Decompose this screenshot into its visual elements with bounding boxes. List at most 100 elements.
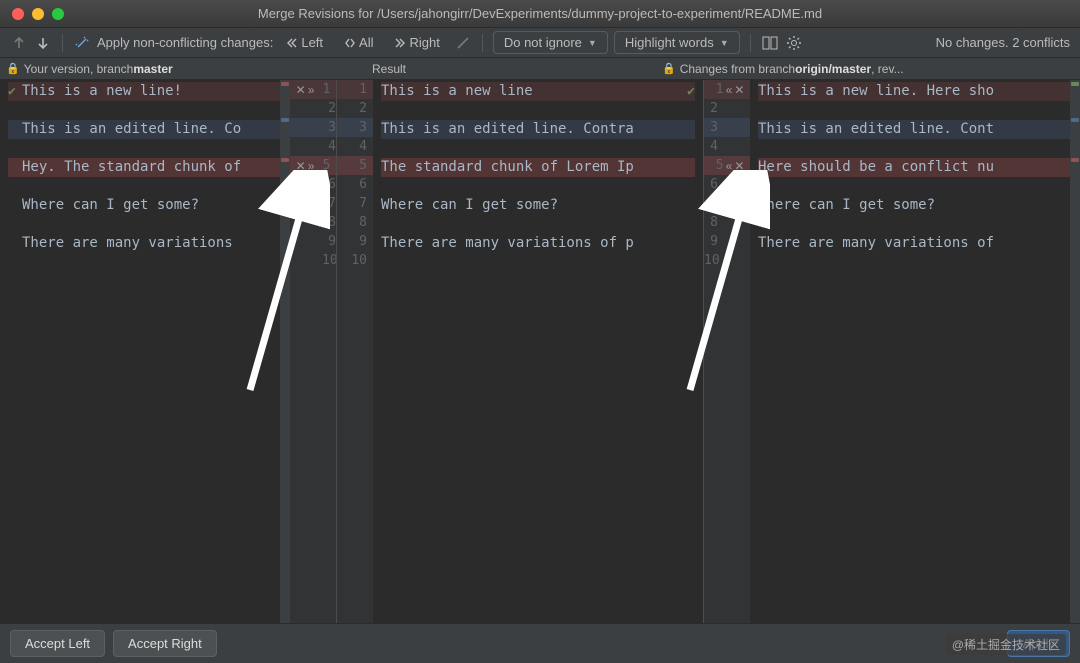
- lock-icon: 🔒: [6, 62, 20, 75]
- center-pane[interactable]: 1 2 3 4 5 6 7 8 9 10 This is a new line ✔…: [337, 80, 703, 623]
- right-code[interactable]: This is a new line. Here sho This is an …: [750, 80, 1080, 255]
- watermark: @稀土掘金技术社区: [946, 634, 1066, 655]
- line-number: 10: [322, 253, 336, 268]
- chevrons-both-icon: [345, 38, 355, 48]
- window-title: Merge Revisions for /Users/jahongirr/Dev…: [0, 6, 1080, 21]
- minimize-window-button[interactable]: [32, 8, 44, 20]
- code-line: This is an edited line. Contra: [381, 120, 634, 139]
- line-number: 8: [704, 215, 718, 230]
- line-number: 5: [337, 156, 373, 175]
- revert-icon[interactable]: [454, 34, 472, 52]
- right-branch-name: origin/master: [795, 62, 871, 76]
- code-line: This is a new line!: [22, 82, 182, 101]
- left-branch-name: master: [133, 62, 172, 76]
- reject-icon[interactable]: ✕: [296, 159, 306, 173]
- apply-all-label: All: [359, 35, 373, 50]
- line-number: 5: [710, 158, 724, 173]
- conflict-marker[interactable]: [281, 82, 289, 86]
- accept-right-button[interactable]: Accept Right: [113, 630, 217, 657]
- apply-left-icon[interactable]: «: [726, 83, 733, 97]
- line-number: 9: [704, 234, 718, 249]
- apply-left-label: Left: [301, 35, 323, 50]
- line-number: 7: [704, 196, 718, 211]
- change-marker[interactable]: [281, 118, 289, 122]
- line-number: 10: [337, 251, 373, 270]
- change-marker[interactable]: [1071, 118, 1079, 122]
- prev-diff-icon[interactable]: [10, 34, 28, 52]
- line-number: 4: [322, 139, 336, 154]
- reject-icon[interactable]: ✕: [734, 159, 744, 173]
- line-number: 7: [322, 196, 336, 211]
- line-number: 3: [322, 120, 336, 135]
- line-number: 9: [322, 234, 336, 249]
- line-number: 1: [337, 80, 373, 99]
- gear-icon[interactable]: [785, 34, 803, 52]
- caret-down-icon: ▼: [588, 38, 597, 48]
- merge-content: ✔ This is a new line! This is an edited l…: [0, 80, 1080, 623]
- merge-status: No changes. 2 conflicts: [936, 35, 1070, 50]
- right-header-suffix: , rev...: [871, 62, 903, 76]
- code-line: Where can I get some?: [22, 196, 199, 215]
- lock-icon: 🔒: [662, 62, 676, 75]
- code-line: Here should be a conflict nu: [758, 158, 994, 177]
- apply-left-button[interactable]: Left: [279, 32, 331, 53]
- code-line: Where can I get some?: [758, 196, 935, 215]
- line-number: 1: [710, 82, 724, 97]
- conflict-marker[interactable]: [1071, 158, 1079, 162]
- code-line: This is a new line: [381, 82, 533, 101]
- left-header-prefix: Your version, branch: [24, 62, 134, 76]
- code-line: There are many variations of: [758, 234, 994, 253]
- ignore-dropdown-label: Do not ignore: [504, 35, 582, 50]
- left-margin: [280, 80, 290, 623]
- merge-toolbar: Apply non-conflicting changes: Left All …: [0, 28, 1080, 58]
- line-number: 2: [322, 101, 336, 116]
- line-number: 5: [316, 158, 330, 173]
- line-number: 2: [704, 101, 718, 116]
- center-header-label: Result: [372, 62, 406, 76]
- line-number: 8: [322, 215, 336, 230]
- accepted-marker[interactable]: [1071, 82, 1079, 86]
- line-number: 3: [337, 118, 373, 137]
- left-code[interactable]: ✔This is a new line! This is an edited l…: [0, 80, 290, 255]
- line-number: 10: [704, 253, 718, 268]
- line-number: 8: [337, 213, 373, 232]
- center-gutter: 1 2 3 4 5 6 7 8 9 10: [337, 80, 373, 623]
- code-line: There are many variations: [22, 234, 233, 253]
- left-action-gutter: ✕»1 2 3 4 ✕»5 6 7 8 9 10: [290, 80, 336, 623]
- reject-icon[interactable]: ✕: [296, 83, 306, 97]
- highlight-dropdown[interactable]: Highlight words ▼: [614, 31, 740, 54]
- conflict-marker[interactable]: [281, 158, 289, 162]
- right-margin: [1070, 80, 1080, 623]
- code-line: There are many variations of p: [381, 234, 634, 253]
- apply-left-icon[interactable]: «: [726, 159, 733, 173]
- highlight-dropdown-label: Highlight words: [625, 35, 714, 50]
- apply-all-button[interactable]: All: [337, 32, 381, 53]
- code-line: This is an edited line. Cont: [758, 120, 994, 139]
- maximize-window-button[interactable]: [52, 8, 64, 20]
- check-icon: ✔: [687, 82, 695, 101]
- chevrons-right-icon: [395, 38, 405, 48]
- code-line: This is a new line. Here sho: [758, 82, 994, 101]
- code-line: Where can I get some?: [381, 196, 558, 215]
- layout-icon[interactable]: [761, 34, 779, 52]
- magic-wand-icon[interactable]: [73, 34, 91, 52]
- center-pane-header: Result: [290, 58, 656, 79]
- left-pane-header: 🔒 Your version, branch master: [0, 58, 290, 79]
- close-window-button[interactable]: [12, 8, 24, 20]
- check-icon: ✔: [8, 82, 16, 101]
- reject-icon[interactable]: ✕: [734, 83, 744, 97]
- line-number: 4: [337, 137, 373, 156]
- line-number: 1: [316, 82, 330, 97]
- left-pane[interactable]: ✔This is a new line! This is an edited l…: [0, 80, 290, 623]
- ignore-dropdown[interactable]: Do not ignore ▼: [493, 31, 608, 54]
- apply-right-icon[interactable]: »: [308, 159, 315, 173]
- accept-left-button[interactable]: Accept Left: [10, 630, 105, 657]
- line-number: 6: [322, 177, 336, 192]
- apply-right-icon[interactable]: »: [308, 83, 315, 97]
- right-pane[interactable]: This is a new line. Here sho This is an …: [750, 80, 1080, 623]
- apply-right-button[interactable]: Right: [387, 32, 447, 53]
- code-line: Hey. The standard chunk of: [22, 158, 241, 177]
- next-diff-icon[interactable]: [34, 34, 52, 52]
- center-code[interactable]: This is a new line ✔ This is an edited li…: [373, 80, 703, 623]
- line-number: 7: [337, 194, 373, 213]
